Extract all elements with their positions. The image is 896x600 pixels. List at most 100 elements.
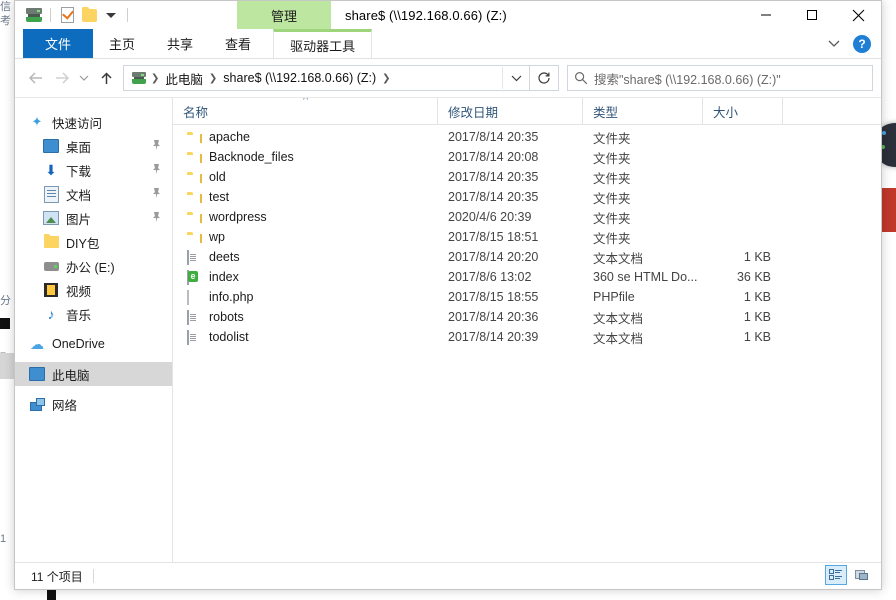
breadcrumb-separator-0[interactable]: ❯: [149, 73, 161, 84]
window-controls: [743, 1, 881, 29]
tab-view[interactable]: 查看: [209, 29, 267, 58]
file-date: 2017/8/15 18:55: [438, 290, 583, 304]
file-name-cell[interactable]: apache: [173, 130, 438, 145]
star-icon: ✦: [29, 114, 45, 130]
sidebar-item-label: 音乐: [66, 305, 91, 324]
pin-icon[interactable]: [151, 187, 162, 199]
music-icon: ♪: [43, 306, 59, 322]
drive-icon[interactable]: [23, 4, 45, 26]
file-size: 1 KB: [703, 330, 783, 344]
close-button[interactable]: [835, 1, 881, 29]
forward-button[interactable]: [49, 65, 75, 91]
breadcrumb-separator-2[interactable]: ❯: [380, 73, 392, 84]
search-input[interactable]: 搜索"share$ (\\192.168.0.66) (Z:)": [567, 65, 873, 91]
sidebar-item-label: OneDrive: [52, 337, 105, 351]
new-folder-icon[interactable]: [78, 4, 100, 26]
file-name-cell[interactable]: test: [173, 190, 438, 205]
desktop-background: 信考 分 7 1: [0, 0, 896, 600]
column-header-type[interactable]: 类型: [583, 98, 703, 124]
file-name-cell[interactable]: Backnode_files: [173, 150, 438, 165]
file-name-cell[interactable]: deets: [173, 250, 438, 265]
column-header-name-label: 名称: [183, 102, 208, 121]
sidebar-item-quick-access[interactable]: ✦ 快速访问: [15, 110, 172, 134]
column-header-date[interactable]: 修改日期: [438, 98, 583, 124]
table-row[interactable]: old 2017/8/14 20:35 文件夹: [173, 167, 881, 187]
sidebar-item-videos[interactable]: 视频: [15, 278, 172, 302]
maximize-button[interactable]: [789, 1, 835, 29]
file-name: old: [209, 170, 226, 184]
table-row[interactable]: wordpress 2020/4/6 20:39 文件夹: [173, 207, 881, 227]
table-row[interactable]: index 2017/8/6 13:02 360 se HTML Do... 3…: [173, 267, 881, 287]
ribbon-tab-row: 文件 主页 共享 查看 驱动器工具 ?: [15, 29, 881, 58]
tab-drive-tools[interactable]: 驱动器工具: [273, 29, 372, 58]
tab-file-label: 文件: [45, 34, 71, 53]
table-row[interactable]: info.php 2017/8/15 18:55 PHPfile 1 KB: [173, 287, 881, 307]
file-name-cell[interactable]: old: [173, 170, 438, 185]
file-name-cell[interactable]: wordpress: [173, 210, 438, 225]
pin-icon[interactable]: [151, 163, 162, 175]
sidebar-item-onedrive[interactable]: ☁ OneDrive: [15, 332, 172, 356]
pin-icon[interactable]: [151, 139, 162, 151]
file-date: 2017/8/14 20:36: [438, 310, 583, 324]
column-header-size[interactable]: 大小: [703, 98, 783, 124]
file-name-cell[interactable]: robots: [173, 310, 438, 325]
sidebar-item-music[interactable]: ♪ 音乐: [15, 302, 172, 326]
column-header-name[interactable]: 名称 ^: [173, 98, 438, 124]
tab-file[interactable]: 文件: [23, 29, 93, 58]
breadcrumb-separator-1[interactable]: ❯: [207, 73, 219, 84]
file-name-cell[interactable]: index: [173, 270, 438, 285]
file-name: info.php: [209, 290, 253, 304]
sidebar-item-label: 桌面: [66, 137, 91, 156]
minimize-button[interactable]: [743, 1, 789, 29]
sidebar-item-this-pc[interactable]: 此电脑: [15, 362, 172, 386]
tab-share[interactable]: 共享: [151, 29, 209, 58]
table-row[interactable]: Backnode_files 2017/8/14 20:08 文件夹: [173, 147, 881, 167]
file-name-cell[interactable]: wp: [173, 230, 438, 245]
recent-locations-icon[interactable]: [75, 65, 93, 91]
column-headers: 名称 ^ 修改日期 类型 大小: [173, 98, 881, 125]
sidebar-item-documents[interactable]: 文档: [15, 182, 172, 206]
back-button[interactable]: [23, 65, 49, 91]
sidebar-item-label: 视频: [66, 281, 91, 300]
table-row[interactable]: wp 2017/8/15 18:51 文件夹: [173, 227, 881, 247]
address-bar[interactable]: ❯ 此电脑 ❯ share$ (\\192.168.0.66) (Z:) ❯: [123, 65, 530, 91]
refresh-button[interactable]: [530, 65, 559, 91]
address-drive-icon: [129, 65, 149, 91]
properties-icon[interactable]: [56, 4, 78, 26]
tab-view-label: 查看: [225, 34, 251, 53]
navigation-bar: ❯ 此电脑 ❯ share$ (\\192.168.0.66) (Z:) ❯: [15, 59, 881, 97]
file-date: 2017/8/14 20:35: [438, 170, 583, 184]
file-name-cell[interactable]: todolist: [173, 330, 438, 345]
sidebar-item-downloads[interactable]: ⬇ 下载: [15, 158, 172, 182]
html-file-icon: [187, 270, 201, 285]
table-row[interactable]: test 2017/8/14 20:35 文件夹: [173, 187, 881, 207]
sidebar-item-office-drive[interactable]: 办公 (E:): [15, 254, 172, 278]
contextual-tab-manage[interactable]: 管理: [237, 1, 331, 29]
file-name-cell[interactable]: info.php: [173, 290, 438, 305]
table-row[interactable]: apache 2017/8/14 20:35 文件夹: [173, 127, 881, 147]
status-bar: 11 个项目: [15, 562, 881, 589]
sidebar-item-network[interactable]: 网络: [15, 392, 172, 416]
sidebar-item-pictures[interactable]: 图片: [15, 206, 172, 230]
table-row[interactable]: robots 2017/8/14 20:36 文本文档 1 KB: [173, 307, 881, 327]
details-view-icon[interactable]: [825, 565, 847, 585]
chevron-down-icon[interactable]: [821, 31, 847, 57]
pin-icon[interactable]: [151, 211, 162, 223]
tab-home[interactable]: 主页: [93, 29, 151, 58]
qat-divider-2: [127, 8, 128, 22]
file-size: 1 KB: [703, 290, 783, 304]
table-row[interactable]: todolist 2017/8/14 20:39 文本文档 1 KB: [173, 327, 881, 347]
large-icons-view-icon[interactable]: [851, 565, 873, 585]
address-dropdown-icon[interactable]: [502, 67, 529, 89]
sidebar-item-desktop[interactable]: 桌面: [15, 134, 172, 158]
breadcrumb-item-share[interactable]: share$ (\\192.168.0.66) (Z:): [219, 71, 380, 85]
file-explorer-window: 管理 share$ (\\192.168.0.66) (Z:) 文件: [14, 0, 882, 590]
help-button[interactable]: ?: [853, 35, 871, 53]
sidebar-item-diy[interactable]: DIY包: [15, 230, 172, 254]
column-header-type-label: 类型: [593, 102, 618, 121]
desktop-artifact-gray-box: [0, 353, 14, 379]
up-button[interactable]: [93, 65, 119, 91]
breadcrumb-item-this-pc[interactable]: 此电脑: [161, 69, 207, 88]
customize-dropdown-icon[interactable]: [100, 4, 122, 26]
table-row[interactable]: deets 2017/8/14 20:20 文本文档 1 KB: [173, 247, 881, 267]
